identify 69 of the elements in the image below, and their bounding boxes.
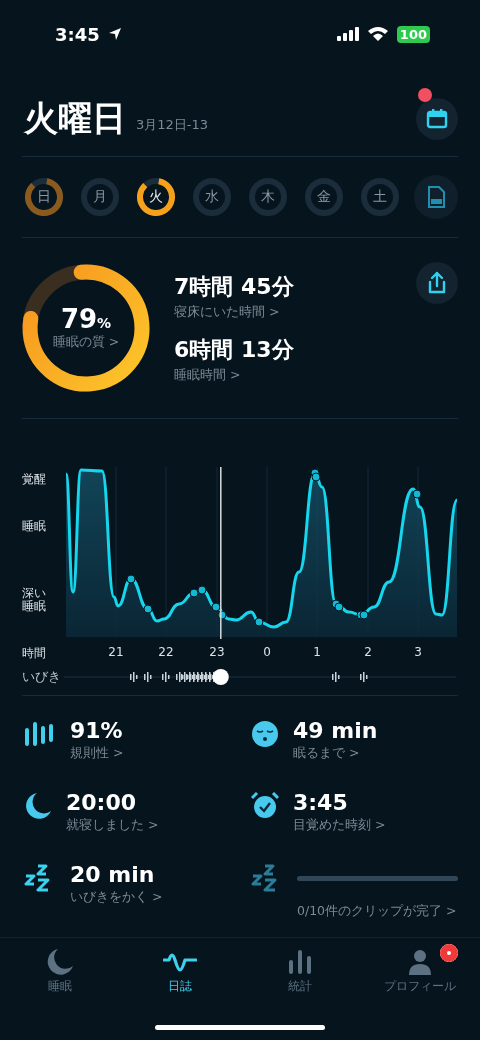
day-ring[interactable]: 月 [78, 175, 122, 219]
sleep-quality-link[interactable]: 睡眠の質 > [52, 334, 120, 351]
sleep-event-dot [254, 617, 264, 627]
stat-value: 20:00 [66, 790, 138, 815]
stat-link[interactable]: いびきをかく > [70, 889, 231, 906]
share-icon [426, 271, 448, 295]
signal-icon [336, 27, 361, 41]
stat-link[interactable]: 規則性 > [70, 745, 231, 762]
day-ring[interactable]: 水 [190, 175, 234, 219]
person-icon [406, 948, 434, 976]
location-arrow-icon [107, 27, 122, 41]
sleep-event-dot [412, 489, 422, 499]
share-button[interactable] [416, 262, 458, 304]
document-icon [427, 186, 445, 208]
date-range: 3月12日-13 [136, 116, 209, 134]
wifi-icon [366, 26, 389, 42]
stat-link[interactable]: 目覚めた時刻 > [293, 817, 458, 834]
metric-link[interactable]: 睡眠時間 > [174, 367, 394, 384]
calendar-button[interactable] [416, 98, 458, 140]
tab-item[interactable]: プロフィール [360, 944, 480, 999]
bar-chart-icon [286, 948, 314, 976]
axis-tick-label: 22 [157, 645, 175, 659]
axis-label: 覚醒 [22, 471, 47, 488]
day-ring[interactable]: 日 [22, 175, 66, 219]
sleep-event-dot [126, 574, 136, 584]
sleep-event-dot [197, 585, 207, 595]
stat-link[interactable]: 0/10件のクリップが完了 > [297, 903, 458, 920]
sleepy-face-icon [251, 720, 279, 748]
stat-value: 20 min [70, 862, 156, 887]
axis-tick-label: 23 [208, 645, 226, 659]
status-time: 3:45 [55, 23, 100, 45]
metric-value: 7時間 45分 [174, 273, 295, 301]
snore-label: いびき [22, 668, 62, 686]
axis-tick-label: 2 [363, 645, 373, 659]
calendar-icon [426, 108, 448, 130]
alarm-clock-icon [251, 792, 279, 820]
sleep-event-dot [311, 472, 321, 482]
moon-icon [46, 948, 74, 976]
stat-value: 3:45 [293, 790, 349, 815]
metric-value: 6時間 13分 [174, 336, 295, 364]
axis-tick-label: 1 [312, 645, 322, 659]
day-ring[interactable]: 火 [134, 175, 178, 219]
battery-indicator: 100 [396, 25, 430, 43]
sleep-event-dot [211, 602, 221, 612]
axis-title: 時間 [22, 645, 47, 662]
stat-link[interactable]: 就寝しました > [66, 817, 231, 834]
axis-tick-label: 21 [107, 645, 125, 659]
metric-link[interactable]: 寝床にいた時間 > [174, 304, 394, 321]
moon-icon [24, 792, 52, 820]
report-button[interactable] [414, 175, 458, 219]
playback-thumb[interactable] [212, 669, 229, 685]
stat-value: 49 min [293, 718, 379, 743]
sleep-event-dot [189, 588, 199, 598]
day-ring[interactable]: 土 [358, 175, 402, 219]
sleep-event-dot [143, 604, 153, 614]
stat-link[interactable]: 眠るまで > [293, 745, 458, 762]
axis-label: 睡眠 [22, 518, 47, 535]
tab-item[interactable]: 統計 [240, 944, 360, 999]
axis-tick-label: 0 [262, 645, 272, 659]
axis-tick-label: 3 [413, 645, 423, 659]
sleep-quality-value: 79% [60, 304, 112, 334]
tab-item[interactable]: 睡眠 [0, 944, 120, 999]
sleep-event-dot [217, 610, 227, 620]
day-ring[interactable]: 木 [246, 175, 290, 219]
day-ring[interactable]: 金 [302, 175, 346, 219]
axis-label: 深い睡眠 [22, 587, 47, 614]
day-title: 火曜日 [24, 97, 126, 140]
stat-value: 91% [70, 718, 124, 743]
tab-item[interactable]: 日誌 [120, 944, 240, 999]
